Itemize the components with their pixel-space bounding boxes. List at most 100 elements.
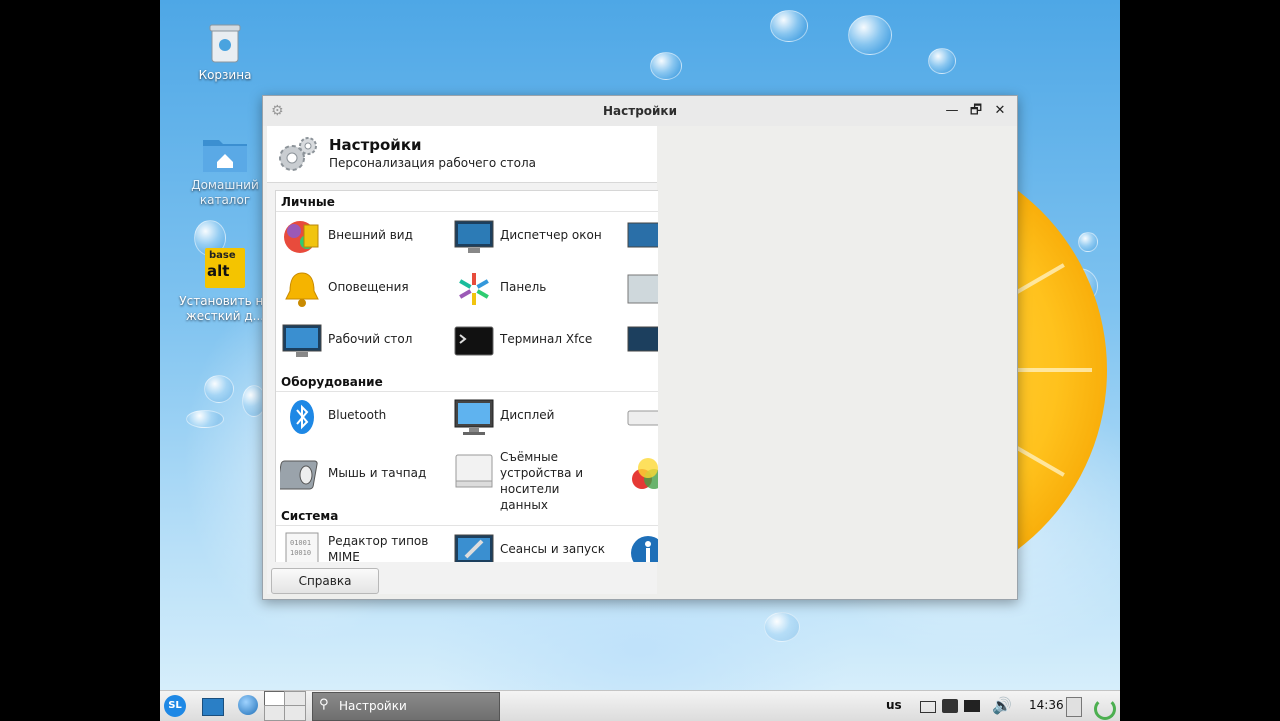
help-button[interactable]: Справка [271,568,379,594]
item-bluetooth[interactable]: Bluetooth [280,393,450,439]
install-label: Установить на жесткий д... [179,294,271,323]
category-system: Система [281,509,339,523]
basealt-logo-alt: alt [207,262,230,280]
appearance-icon [284,221,319,253]
clipboard-icon[interactable] [1066,695,1084,717]
item-removable-drives[interactable]: Съёмные устройства и носители данных [452,443,626,512]
removable-drives-label: Съёмные устройства и носители данных [500,450,584,512]
item-mouse-touchpad[interactable]: Мышь и тачпад [280,443,450,503]
start-logo-icon: SL [164,695,186,717]
window-title: Настройки [602,104,677,118]
desktop-icon [282,324,322,357]
search-icon: ⚲ [319,697,329,712]
trash-icon [209,24,241,63]
browser-launcher[interactable] [238,695,260,717]
sessions-icon [454,534,494,562]
water-drop [1078,232,1098,252]
header-subtitle: Персонализация рабочего стола [329,156,536,170]
item-partial-4[interactable] [626,393,658,439]
clock[interactable]: 14:36 [1029,698,1064,712]
power-icon[interactable] [1094,695,1116,720]
desktop-label: Рабочий стол [328,332,413,346]
mime-editor-icon: 01001 10010 [285,532,319,562]
trash-desktop-icon[interactable]: Корзина [180,22,270,83]
category-divider [276,211,658,212]
home-folder-label: Домашний каталог [191,178,259,207]
monitor-icon [627,222,658,248]
item-panel[interactable]: Панель [452,265,622,311]
removable-drive-icon [455,454,493,488]
settings-list: Личные Внешний вид Диспетчер окон Оповещ… [275,190,658,562]
water-drop [928,48,956,74]
bluetooth-icon [290,400,314,434]
display-tray-icon[interactable] [964,695,984,717]
item-desktop[interactable]: Рабочий стол [280,317,450,363]
item-mime-editor[interactable]: 01001 10010 Редактор типов MIME [280,527,450,562]
water-drop [186,410,224,428]
desktop-frame-icon [627,274,658,304]
workspace-3 [264,705,286,721]
color-profiles-icon [632,458,658,489]
start-menu-button[interactable]: SL [164,695,188,717]
svg-text:01001: 01001 [290,539,311,547]
desktop-icon [202,698,224,716]
terminal-icon [454,326,494,356]
workspace-switcher[interactable] [264,691,306,721]
item-appearance[interactable]: Внешний вид [280,213,450,259]
panel-icon [459,273,489,305]
battery-icon[interactable] [920,695,938,717]
mime-editor-label: Редактор типов MIME [328,534,429,562]
taskbar: SL ⚲ Настройки us 🔊 14:36 [160,690,1120,721]
minimize-button[interactable]: — [943,102,961,120]
category-hardware: Оборудование [281,375,383,389]
show-desktop-button[interactable] [202,695,224,717]
water-drop [650,52,682,80]
home-folder-desktop-icon[interactable]: Домашний каталог [180,134,270,208]
install-desktop-icon[interactable]: base alt Установить на жесткий д... [175,248,275,324]
mouse-icon [280,460,318,490]
settings-window[interactable]: ⚙ Настройки — 🗗 ✕ Настройки Персонализац… [262,95,1018,600]
workspace-4 [284,705,306,721]
header-title: Настройки [329,136,422,154]
maximize-button[interactable]: 🗗 [967,102,985,120]
category-divider [276,525,658,526]
item-sessions-startup[interactable]: Сеансы и запуск [452,527,622,562]
gears-icon [279,137,317,171]
screensaver-icon [627,326,658,352]
window-manager-label: Диспетчер окон [500,228,602,242]
item-partial-3[interactable] [626,317,658,363]
keyboard-icon [627,410,658,426]
water-drop [764,612,800,642]
network-icon[interactable] [942,695,962,717]
notifications-label: Оповещения [328,280,409,294]
globe-icon [238,695,258,715]
basealt-logo: base alt [205,248,245,288]
item-window-manager[interactable]: Диспетчер окон [452,213,622,259]
display-icon [454,399,494,435]
item-terminal[interactable]: Терминал Xfce [452,317,622,363]
display-label: Дисплей [500,408,555,422]
panel-label: Панель [500,280,547,294]
water-drop [204,375,234,403]
settings-panel: Настройки Персонализация рабочего стола … [267,126,658,594]
home-folder-icon [203,140,247,172]
taskbar-settings-task[interactable]: ⚲ Настройки [312,692,500,721]
item-partial-5[interactable] [626,449,658,495]
close-button[interactable]: ✕ [991,102,1009,120]
accessibility-icon [631,536,658,562]
bluetooth-label: Bluetooth [328,408,387,422]
settings-header: Настройки Персонализация рабочего стола [267,126,657,183]
volume-icon[interactable]: 🔊 [992,695,1014,717]
mouse-touchpad-label: Мышь и тачпад [328,466,427,480]
category-divider [276,391,658,392]
terminal-label: Терминал Xfce [500,332,593,346]
item-notifications[interactable]: Оповещения [280,265,450,311]
item-display[interactable]: Дисплей [452,393,622,439]
item-partial-6[interactable] [626,527,658,562]
water-drop [848,15,892,55]
keyboard-layout-indicator[interactable]: us [886,698,902,712]
trash-label: Корзина [198,68,252,82]
title-bar[interactable]: ⚙ Настройки — 🗗 ✕ [263,96,1017,126]
item-partial-1[interactable] [626,213,658,259]
item-partial-2[interactable] [626,265,658,311]
